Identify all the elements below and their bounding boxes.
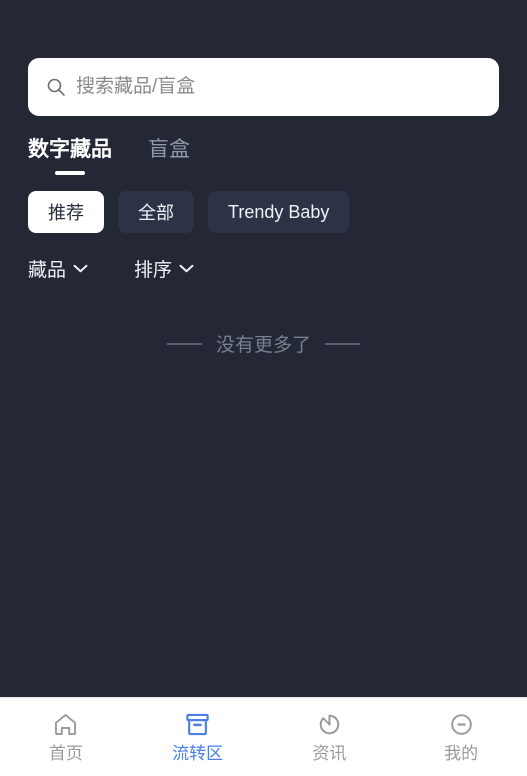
tab-active-underline xyxy=(55,171,85,175)
tab-active-underline xyxy=(154,171,184,175)
nav-label: 资讯 xyxy=(312,744,347,763)
chip-all[interactable]: 全部 xyxy=(118,191,194,233)
tab-label: 数字藏品 xyxy=(28,138,112,161)
nav-item-home[interactable]: 首页 xyxy=(0,698,132,776)
chip-label: Trendy Baby xyxy=(228,201,330,222)
filter-sort-dropdown[interactable]: 排序 xyxy=(134,255,194,282)
list-end-text: 没有更多了 xyxy=(215,335,311,356)
filter-collection-dropdown[interactable]: 藏品 xyxy=(28,255,88,282)
filter-label: 藏品 xyxy=(28,260,67,281)
primary-tabs: 数字藏品 盲盒 xyxy=(0,116,527,175)
minus-circle-icon xyxy=(450,714,472,735)
page-content: 数字藏品 盲盒 推荐 全部 Trendy Baby 藏品 xyxy=(0,46,527,776)
chevron-down-icon xyxy=(179,264,194,273)
tab-label: 盲盒 xyxy=(148,138,190,161)
app-root: 数字藏品 盲盒 推荐 全部 Trendy Baby 藏品 xyxy=(0,0,527,776)
nav-label: 流转区 xyxy=(172,744,224,763)
bottom-navigation: 首页 流转区 资讯 我的 xyxy=(0,697,527,776)
search-bar[interactable] xyxy=(28,58,499,116)
tab-digital-collection[interactable]: 数字藏品 xyxy=(28,136,112,175)
divider-rule-right xyxy=(325,342,360,345)
category-chip-row: 推荐 全部 Trendy Baby xyxy=(0,175,527,233)
chevron-down-icon xyxy=(73,264,88,273)
chip-trendy-baby[interactable]: Trendy Baby xyxy=(208,191,350,233)
nav-item-exchange-zone[interactable]: 流转区 xyxy=(132,698,264,776)
archive-box-icon xyxy=(186,713,209,736)
chip-label: 全部 xyxy=(138,203,174,223)
list-end-divider: 没有更多了 xyxy=(0,330,527,357)
home-icon xyxy=(55,713,77,736)
search-input[interactable] xyxy=(76,76,481,98)
status-bar xyxy=(0,0,527,46)
search-section xyxy=(0,46,527,116)
nav-item-news[interactable]: 资讯 xyxy=(264,698,396,776)
filter-row: 藏品 排序 xyxy=(0,233,527,282)
rotate-clock-icon xyxy=(319,714,340,735)
nav-item-profile[interactable]: 我的 xyxy=(395,698,527,776)
tab-blind-box[interactable]: 盲盒 xyxy=(148,136,190,175)
search-icon xyxy=(47,78,65,96)
nav-label: 首页 xyxy=(48,744,83,763)
nav-label: 我的 xyxy=(444,744,479,763)
divider-rule-left xyxy=(166,342,202,345)
chip-label: 推荐 xyxy=(48,203,84,223)
filter-label: 排序 xyxy=(134,260,173,281)
chip-recommended[interactable]: 推荐 xyxy=(28,191,104,233)
